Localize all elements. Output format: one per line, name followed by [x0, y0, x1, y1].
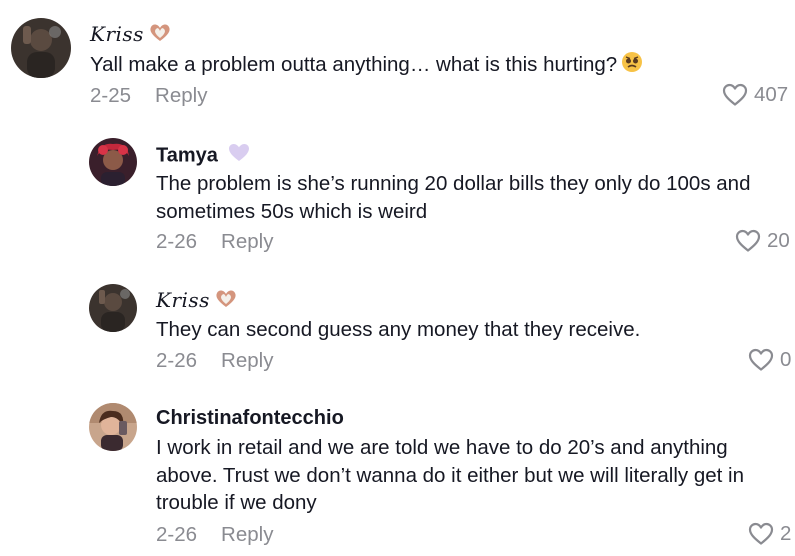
- comment-date: 2-25: [90, 84, 132, 107]
- heart-hands-icon: [214, 289, 238, 314]
- heart-icon: [722, 83, 748, 106]
- like-button[interactable]: 407: [722, 83, 788, 107]
- comment-username[interactable]: Tamya: [156, 143, 250, 169]
- heart-icon: [735, 229, 761, 252]
- comment-meta: 2-25 Reply: [90, 84, 207, 108]
- avatar[interactable]: [89, 284, 137, 332]
- reply-button[interactable]: Reply: [221, 523, 273, 546]
- comment-date: 2-26: [156, 230, 198, 253]
- like-count: 20: [767, 229, 790, 252]
- purple-heart-icon: [228, 143, 250, 169]
- comment-username[interactable]: Christinafontecchio: [156, 407, 344, 430]
- comment-date: 2-26: [156, 523, 198, 546]
- pleading-face-icon: [621, 51, 643, 81]
- like-button[interactable]: 20: [735, 229, 790, 253]
- avatar[interactable]: [89, 138, 137, 186]
- like-count: 407: [754, 83, 789, 106]
- avatar[interactable]: [89, 403, 137, 451]
- like-count: 0: [780, 348, 792, 371]
- heart-icon: [748, 348, 774, 371]
- comment-meta: 2-26 Reply: [156, 230, 273, 254]
- comment-text: They can second guess any money that the…: [156, 318, 641, 341]
- heart-hands-icon: [148, 23, 172, 48]
- comment-meta: 2-26 Reply: [156, 523, 273, 547]
- comment-username[interactable]: Kriss: [90, 22, 172, 48]
- comment-username[interactable]: Kriss: [156, 288, 238, 314]
- like-count: 2: [780, 522, 792, 545]
- comment-text: I work in retail and we are told we have…: [156, 436, 744, 514]
- comment-text: Yall make a problem outta anything… what…: [90, 51, 690, 81]
- like-button[interactable]: 0: [748, 348, 791, 372]
- reply-button[interactable]: Reply: [155, 84, 207, 107]
- comment-meta: 2-26 Reply: [156, 349, 273, 373]
- avatar[interactable]: [11, 18, 71, 78]
- reply-button[interactable]: Reply: [221, 349, 273, 372]
- like-button[interactable]: 2: [748, 522, 791, 546]
- heart-icon: [748, 522, 774, 545]
- comment-date: 2-26: [156, 349, 198, 372]
- comment-text: The problem is she’s running 20 dollar b…: [156, 172, 751, 223]
- reply-button[interactable]: Reply: [221, 230, 273, 253]
